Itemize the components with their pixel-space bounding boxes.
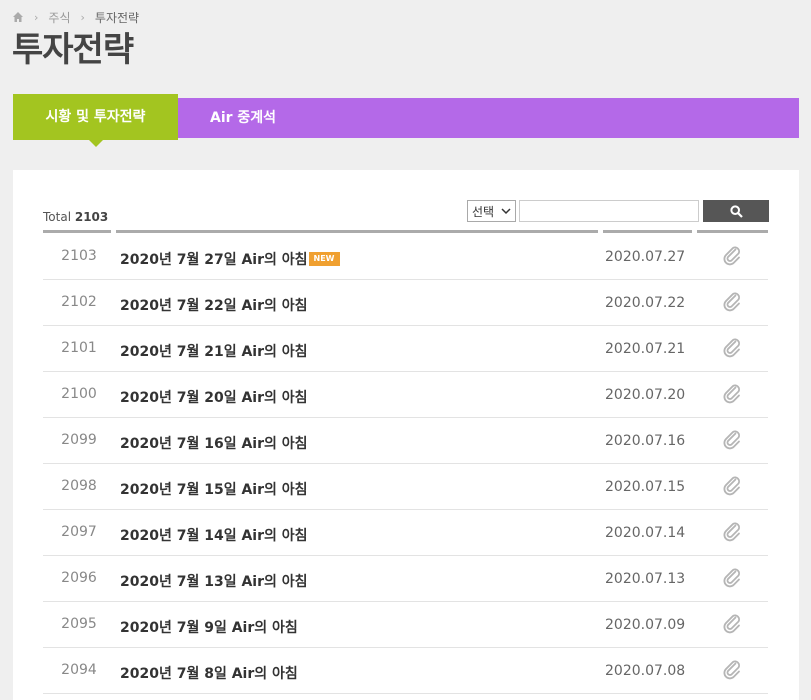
post-date: 2020.07.16 (605, 433, 686, 449)
tab-bar: 시황 및 투자전략 Air 중계석 (13, 94, 799, 147)
search-select-value: 선택 (472, 204, 495, 219)
header-divider (43, 230, 111, 233)
post-title-link[interactable]: 2020년 7월 14일 Air의 아침 (120, 525, 308, 545)
page-title: 투자전략 (12, 30, 134, 70)
table-row[interactable]: 2101 2020년 7월 21일 Air의 아침 2020.07.21 (43, 326, 768, 372)
tab-air-broadcast[interactable]: Air 중계석 (210, 98, 276, 138)
table-row[interactable]: 2094 2020년 7월 8일 Air의 아침 2020.07.08 (43, 648, 768, 694)
table-row[interactable]: 2103 2020년 7월 27일 Air의 아침 NEW 2020.07.27 (43, 234, 768, 280)
paperclip-icon[interactable] (721, 290, 743, 312)
breadcrumb-separator-icon: › (34, 10, 39, 24)
post-title-link[interactable]: 2020년 7월 27일 Air의 아침 NEW (120, 249, 340, 269)
post-date: 2020.07.13 (605, 571, 686, 587)
breadcrumb-separator-icon: › (80, 10, 85, 24)
paperclip-icon[interactable] (721, 428, 743, 450)
post-title: 2020년 7월 16일 Air의 아침 (120, 436, 308, 452)
post-title: 2020년 7월 14일 Air의 아침 (120, 528, 308, 544)
post-title-link[interactable]: 2020년 7월 8일 Air의 아침 (120, 663, 298, 683)
table-row[interactable]: 2099 2020년 7월 16일 Air의 아침 2020.07.16 (43, 418, 768, 464)
post-number: 2094 (61, 662, 97, 678)
paperclip-icon[interactable] (721, 566, 743, 588)
post-title-link[interactable]: 2020년 7월 21일 Air의 아침 (120, 341, 308, 361)
post-title: 2020년 7월 27일 Air의 아침 (120, 252, 308, 268)
post-title-link[interactable]: 2020년 7월 15일 Air의 아침 (120, 479, 308, 499)
table-row[interactable]: 2100 2020년 7월 20일 Air의 아침 2020.07.20 (43, 372, 768, 418)
post-title: 2020년 7월 9일 Air의 아침 (120, 620, 298, 636)
paperclip-icon[interactable] (721, 612, 743, 634)
post-number: 2099 (61, 432, 97, 448)
post-number: 2100 (61, 386, 97, 402)
new-badge: NEW (308, 252, 340, 266)
post-number: 2103 (61, 248, 97, 264)
post-title: 2020년 7월 13일 Air의 아침 (120, 574, 308, 590)
post-title-link[interactable]: 2020년 7월 16일 Air의 아침 (120, 433, 308, 453)
post-number: 2098 (61, 478, 97, 494)
post-date: 2020.07.27 (605, 249, 686, 265)
breadcrumb-item-current: 투자전략 (94, 10, 140, 25)
total-value: 2103 (74, 210, 109, 224)
search-icon (729, 204, 743, 218)
post-title-link[interactable]: 2020년 7월 22일 Air의 아침 (120, 295, 308, 315)
post-title-link[interactable]: 2020년 7월 20일 Air의 아침 (120, 387, 308, 407)
post-number: 2101 (61, 340, 97, 356)
post-title: 2020년 7월 21일 Air의 아침 (120, 344, 308, 360)
search-button[interactable] (703, 200, 769, 222)
header-divider (603, 230, 692, 233)
board-panel: Total 2103 선택 2103 2020년 7월 27일 Air의 아침 NE… (13, 170, 799, 700)
post-date: 2020.07.09 (605, 617, 686, 633)
post-date: 2020.07.21 (605, 341, 686, 357)
post-date: 2020.07.08 (605, 663, 686, 679)
paperclip-icon[interactable] (721, 382, 743, 404)
tab-market-strategy[interactable]: 시황 및 투자전략 (13, 94, 178, 147)
post-date: 2020.07.22 (605, 295, 686, 311)
post-title: 2020년 7월 20일 Air의 아침 (120, 390, 308, 406)
post-title: 2020년 7월 8일 Air의 아침 (120, 666, 298, 682)
search-field-select[interactable]: 선택 (467, 200, 516, 222)
header-divider (697, 230, 768, 233)
post-number: 2102 (61, 294, 97, 310)
post-date: 2020.07.14 (605, 525, 686, 541)
table-row[interactable]: 2097 2020년 7월 14일 Air의 아침 2020.07.14 (43, 510, 768, 556)
home-icon[interactable] (12, 11, 24, 23)
paperclip-icon[interactable] (721, 244, 743, 266)
paperclip-icon[interactable] (721, 336, 743, 358)
post-number: 2097 (61, 524, 97, 540)
post-title-link[interactable]: 2020년 7월 13일 Air의 아침 (120, 571, 308, 591)
breadcrumb: › 주식 › 투자전략 (12, 9, 139, 25)
paperclip-icon[interactable] (721, 520, 743, 542)
search-input[interactable] (519, 200, 699, 222)
post-date: 2020.07.15 (605, 479, 686, 495)
header-divider (116, 230, 598, 233)
post-title: 2020년 7월 15일 Air의 아침 (120, 482, 308, 498)
post-number: 2096 (61, 570, 97, 586)
breadcrumb-item-stock[interactable]: 주식 (48, 9, 70, 26)
total-count: Total 2103 (43, 210, 108, 224)
total-label: Total (43, 210, 72, 224)
chevron-down-icon (501, 208, 511, 215)
post-title: 2020년 7월 22일 Air의 아침 (120, 298, 308, 314)
paperclip-icon[interactable] (721, 474, 743, 496)
table-row[interactable]: 2102 2020년 7월 22일 Air의 아침 2020.07.22 (43, 280, 768, 326)
post-number: 2095 (61, 616, 97, 632)
board-list: 2103 2020년 7월 27일 Air의 아침 NEW 2020.07.27 210… (43, 234, 768, 694)
table-row[interactable]: 2096 2020년 7월 13일 Air의 아침 2020.07.13 (43, 556, 768, 602)
table-row[interactable]: 2095 2020년 7월 9일 Air의 아침 2020.07.09 (43, 602, 768, 648)
paperclip-icon[interactable] (721, 658, 743, 680)
table-row[interactable]: 2098 2020년 7월 15일 Air의 아침 2020.07.15 (43, 464, 768, 510)
post-date: 2020.07.20 (605, 387, 686, 403)
post-title-link[interactable]: 2020년 7월 9일 Air의 아침 (120, 617, 298, 637)
